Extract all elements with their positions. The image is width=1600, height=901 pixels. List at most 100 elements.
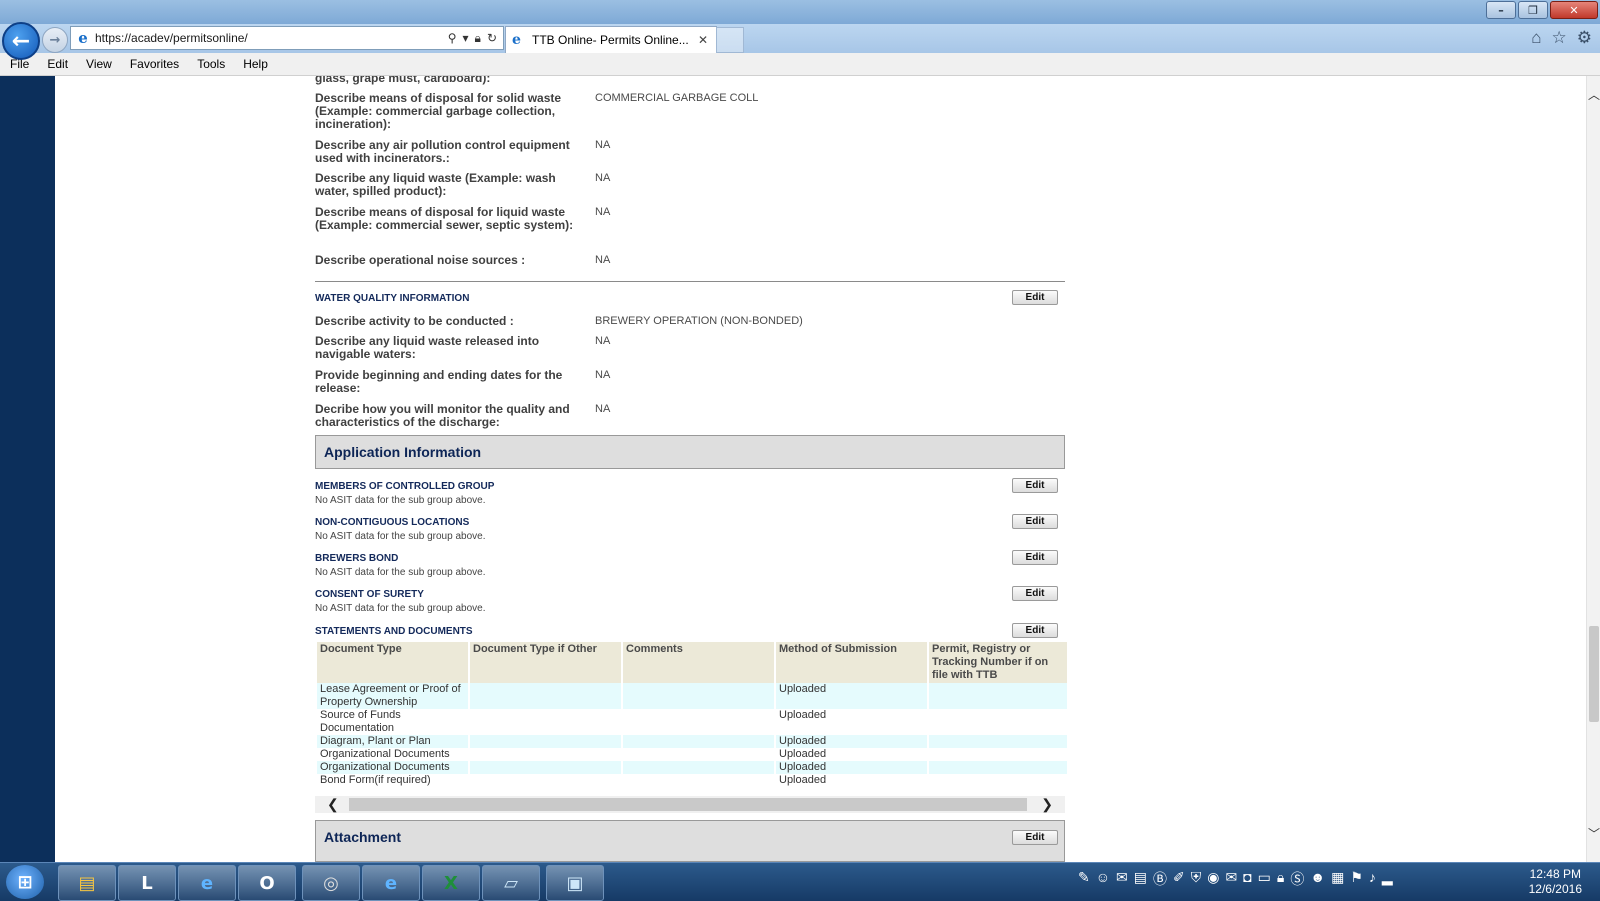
scroll-up-icon[interactable]: ︿ bbox=[1587, 86, 1600, 103]
menu-help[interactable]: Help bbox=[233, 57, 276, 71]
table-cell bbox=[927, 774, 1067, 787]
shield-icon[interactable]: ⛨ bbox=[1191, 869, 1202, 889]
settings-gear-icon[interactable]: ⚙ bbox=[1577, 28, 1592, 48]
env-label: Describe means of disposal for solid was… bbox=[315, 91, 562, 131]
scroll-left-icon[interactable]: ❮ bbox=[327, 796, 339, 813]
mail-icon[interactable]: ✉ bbox=[1225, 869, 1237, 889]
explorer-icon[interactable]: ▤ bbox=[58, 865, 116, 901]
env-value: COMMERCIAL GARBAGE COLL bbox=[595, 92, 759, 104]
window-titlebar: – ❐ ✕ bbox=[0, 0, 1600, 24]
water-value: NA bbox=[595, 403, 611, 415]
url-text[interactable]: https://acadev/permitsonline/ bbox=[95, 31, 448, 45]
user-icon[interactable]: ☻ bbox=[1310, 869, 1325, 889]
chat-icon[interactable]: ✉ bbox=[1116, 869, 1128, 889]
table-horizontal-scrollbar[interactable]: ❮ ❯ bbox=[315, 796, 1065, 813]
scrollbar-thumb[interactable] bbox=[1589, 626, 1599, 722]
page-vertical-scrollbar[interactable]: ︿ ﹀ bbox=[1586, 76, 1600, 862]
scroll-right-icon[interactable]: ❯ bbox=[1041, 796, 1053, 813]
brewers-bond-edit-button[interactable]: Edit bbox=[1012, 550, 1058, 565]
display-icon[interactable]: ▦ bbox=[1331, 869, 1344, 889]
menu-tools[interactable]: Tools bbox=[187, 57, 233, 71]
env-label: Describe operational noise sources : bbox=[315, 253, 526, 267]
table-cell bbox=[621, 761, 775, 774]
table-row: Diagram, Plant or Plan Uploaded bbox=[315, 735, 1067, 748]
table-cell: Bond Form(if required) bbox=[315, 774, 469, 787]
app-icon[interactable]: ▤ bbox=[1134, 869, 1147, 889]
forward-button[interactable]: → bbox=[42, 27, 68, 53]
close-window-button[interactable]: ✕ bbox=[1550, 1, 1598, 19]
b-icon[interactable]: Ⓑ bbox=[1153, 869, 1167, 889]
menu-view[interactable]: View bbox=[76, 57, 120, 71]
notepad-icon[interactable]: ▱ bbox=[482, 865, 540, 901]
minimize-button[interactable]: – bbox=[1486, 1, 1516, 19]
pencil-icon[interactable]: ✎ bbox=[1078, 869, 1090, 889]
attachment-panel: Attachment bbox=[315, 820, 1065, 862]
col-header[interactable]: Document Type bbox=[315, 642, 469, 683]
env-label-cutoff: glass, grape must, cardboard): bbox=[315, 76, 491, 85]
back-button[interactable]: ← bbox=[2, 22, 40, 60]
table-cell bbox=[621, 683, 775, 709]
col-header[interactable]: Document Type if Other bbox=[468, 642, 622, 683]
photo-viewer-icon[interactable]: ▣ bbox=[546, 865, 604, 901]
system-clock[interactable]: 12:48 PM 12/6/2016 bbox=[1529, 867, 1582, 897]
table-cell bbox=[927, 761, 1067, 774]
flag-icon[interactable]: ⚑ bbox=[1350, 869, 1363, 889]
controlled-group-edit-button[interactable]: Edit bbox=[1012, 478, 1058, 493]
table-cell: Diagram, Plant or Plan bbox=[315, 735, 469, 748]
volume-icon[interactable]: ♪ bbox=[1369, 869, 1376, 889]
favorites-star-icon[interactable]: ☆ bbox=[1552, 28, 1567, 48]
water-quality-edit-button[interactable]: Edit bbox=[1012, 290, 1058, 305]
dropdown-arrow-icon[interactable]: ▾ bbox=[463, 31, 469, 45]
internet-explorer-icon[interactable]: e bbox=[178, 865, 236, 901]
excel-icon[interactable]: X bbox=[422, 865, 480, 901]
tab-title: TTB Online- Permits Online... bbox=[532, 33, 689, 47]
people-icon[interactable]: ☺ bbox=[1096, 869, 1110, 889]
circle-icon[interactable]: ◉ bbox=[1207, 869, 1219, 889]
table-cell bbox=[468, 735, 622, 748]
menu-edit[interactable]: Edit bbox=[37, 57, 76, 71]
documents-table: Document Type Document Type if Other Com… bbox=[315, 642, 1067, 787]
statements-edit-button[interactable]: Edit bbox=[1012, 623, 1058, 638]
internet-explorer-icon[interactable]: e bbox=[362, 865, 420, 901]
refresh-icon[interactable]: ↻ bbox=[487, 31, 497, 45]
lock-icon[interactable]: 🔒︎ bbox=[1277, 869, 1284, 889]
monitor-icon[interactable]: ▭ bbox=[1258, 869, 1271, 889]
table-cell: Organizational Documents bbox=[315, 761, 469, 774]
new-tab-button[interactable] bbox=[716, 27, 744, 53]
table-row: Lease Agreement or Proof of Property Own… bbox=[315, 683, 1067, 709]
col-header[interactable]: Permit, Registry or Tracking Number if o… bbox=[927, 642, 1067, 683]
page-left-band bbox=[0, 76, 55, 862]
table-cell: Source of Funds Documentation bbox=[315, 709, 469, 735]
menu-favorites[interactable]: Favorites bbox=[120, 57, 187, 71]
start-button[interactable]: ⊞ bbox=[6, 865, 44, 899]
restore-button[interactable]: ❐ bbox=[1518, 1, 1548, 19]
table-cell: Uploaded bbox=[774, 774, 928, 787]
noncontiguous-edit-button[interactable]: Edit bbox=[1012, 514, 1058, 529]
col-header[interactable]: Method of Submission bbox=[774, 642, 928, 683]
attachment-edit-button[interactable]: Edit bbox=[1012, 830, 1058, 845]
table-cell bbox=[927, 735, 1067, 748]
ie-page-icon: e bbox=[78, 29, 88, 47]
outlook-tray-icon[interactable]: ◘ bbox=[1243, 869, 1251, 889]
tab-close-icon[interactable]: ✕ bbox=[698, 33, 712, 47]
menu-bar: File Edit View Favorites Tools Help bbox=[0, 53, 1600, 76]
home-icon[interactable]: ⌂ bbox=[1531, 28, 1541, 48]
address-bar[interactable]: e https://acadev/permitsonline/ ⚲ ▾ 🔒︎ ↻ bbox=[70, 26, 504, 50]
network-icon[interactable]: ▂ bbox=[1382, 869, 1393, 889]
scrollbar-thumb[interactable] bbox=[349, 798, 1027, 811]
lync-icon[interactable]: L bbox=[118, 865, 176, 901]
skype-icon[interactable]: Ⓢ bbox=[1290, 869, 1304, 889]
lock-icon[interactable]: 🔒︎ bbox=[475, 31, 481, 46]
note-icon[interactable]: ✐ bbox=[1173, 869, 1185, 889]
consent-surety-edit-button[interactable]: Edit bbox=[1012, 586, 1058, 601]
circle-app-icon[interactable]: ◎ bbox=[302, 865, 360, 901]
group-note: No ASIT data for the sub group above. bbox=[315, 567, 486, 578]
table-cell bbox=[621, 748, 775, 761]
application-info-panel: Application Information bbox=[315, 435, 1065, 469]
outlook-icon[interactable]: O bbox=[238, 865, 296, 901]
tab-active[interactable]: e TTB Online- Permits Online... ✕ bbox=[505, 26, 717, 53]
table-cell bbox=[468, 748, 622, 761]
search-icon[interactable]: ⚲ bbox=[448, 31, 457, 45]
col-header[interactable]: Comments bbox=[621, 642, 775, 683]
scroll-down-icon[interactable]: ﹀ bbox=[1587, 825, 1600, 842]
